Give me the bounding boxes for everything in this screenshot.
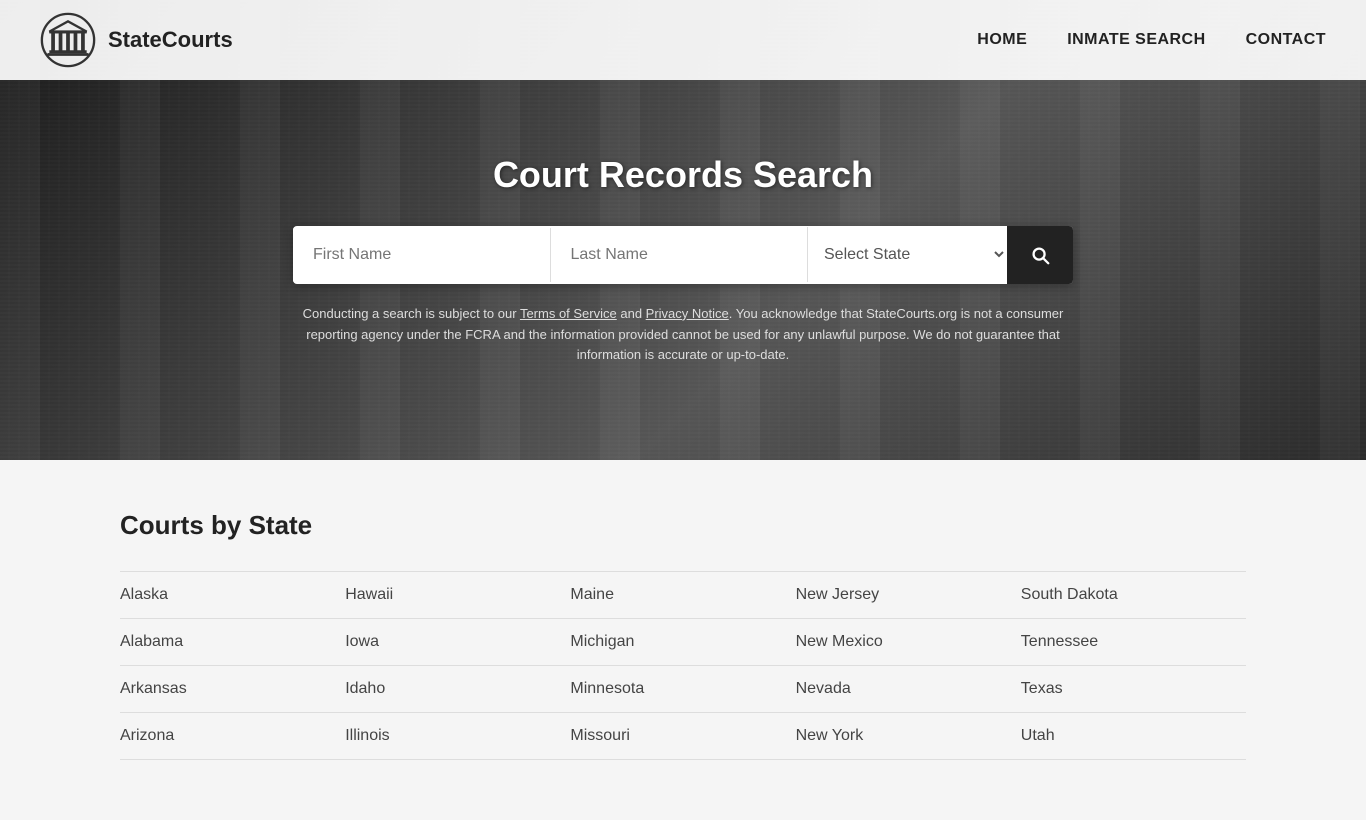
state-link[interactable]: South Dakota [1021, 571, 1246, 619]
last-name-input[interactable] [551, 228, 808, 282]
nav-home[interactable]: HOME [977, 31, 1027, 49]
state-link[interactable]: Hawaii [345, 571, 570, 619]
first-name-input[interactable] [293, 228, 551, 282]
state-link[interactable]: Minnesota [570, 666, 795, 713]
nav-inmate-search[interactable]: INMATE SEARCH [1067, 31, 1205, 49]
state-link[interactable]: Arizona [120, 713, 345, 760]
logo-link[interactable]: StateCourts [40, 12, 233, 68]
states-grid: AlaskaAlabamaArkansasArizonaHawaiiIowaId… [120, 571, 1246, 760]
state-link[interactable]: Illinois [345, 713, 570, 760]
main-content: Courts by State AlaskaAlabamaArkansasAri… [0, 460, 1366, 820]
main-nav: HOME INMATE SEARCH CONTACT [977, 31, 1326, 49]
state-link[interactable]: New Mexico [796, 619, 1021, 666]
state-link[interactable]: Texas [1021, 666, 1246, 713]
terms-link[interactable]: Terms of Service [520, 306, 617, 321]
state-column-4: South DakotaTennesseeTexasUtah [1021, 571, 1246, 760]
state-link[interactable]: Maine [570, 571, 795, 619]
state-link[interactable]: Alaska [120, 571, 345, 619]
search-button[interactable] [1007, 226, 1073, 284]
search-disclaimer: Conducting a search is subject to our Te… [293, 304, 1073, 366]
logo-text: StateCourts [108, 27, 233, 53]
state-column-1: HawaiiIowaIdahoIllinois [345, 571, 570, 760]
search-icon [1029, 244, 1051, 266]
hero-title: Court Records Search [493, 154, 873, 196]
logo-icon [40, 12, 96, 68]
state-link[interactable]: Utah [1021, 713, 1246, 760]
state-link[interactable]: New Jersey [796, 571, 1021, 619]
courts-by-state-title: Courts by State [120, 510, 1246, 541]
state-column-0: AlaskaAlabamaArkansasArizona [120, 571, 345, 760]
nav-contact[interactable]: CONTACT [1246, 31, 1326, 49]
site-header: StateCourts HOME INMATE SEARCH CONTACT [0, 0, 1366, 80]
state-select[interactable]: Select State AlabamaAlaskaArizonaArkansa… [807, 227, 1007, 282]
state-column-2: MaineMichiganMinnesotaMissouri [570, 571, 795, 760]
hero-content: Court Records Search Select State Alabam… [0, 94, 1366, 366]
state-link[interactable]: Iowa [345, 619, 570, 666]
state-link[interactable]: Alabama [120, 619, 345, 666]
state-link[interactable]: Missouri [570, 713, 795, 760]
state-column-3: New JerseyNew MexicoNevadaNew York [796, 571, 1021, 760]
privacy-link[interactable]: Privacy Notice [646, 306, 729, 321]
state-link[interactable]: Arkansas [120, 666, 345, 713]
state-link[interactable]: Tennessee [1021, 619, 1246, 666]
state-link[interactable]: New York [796, 713, 1021, 760]
search-form: Select State AlabamaAlaskaArizonaArkansa… [293, 226, 1073, 284]
header: StateCourts HOME INMATE SEARCH CONTACT C… [0, 0, 1366, 460]
state-link[interactable]: Nevada [796, 666, 1021, 713]
state-link[interactable]: Michigan [570, 619, 795, 666]
state-link[interactable]: Idaho [345, 666, 570, 713]
